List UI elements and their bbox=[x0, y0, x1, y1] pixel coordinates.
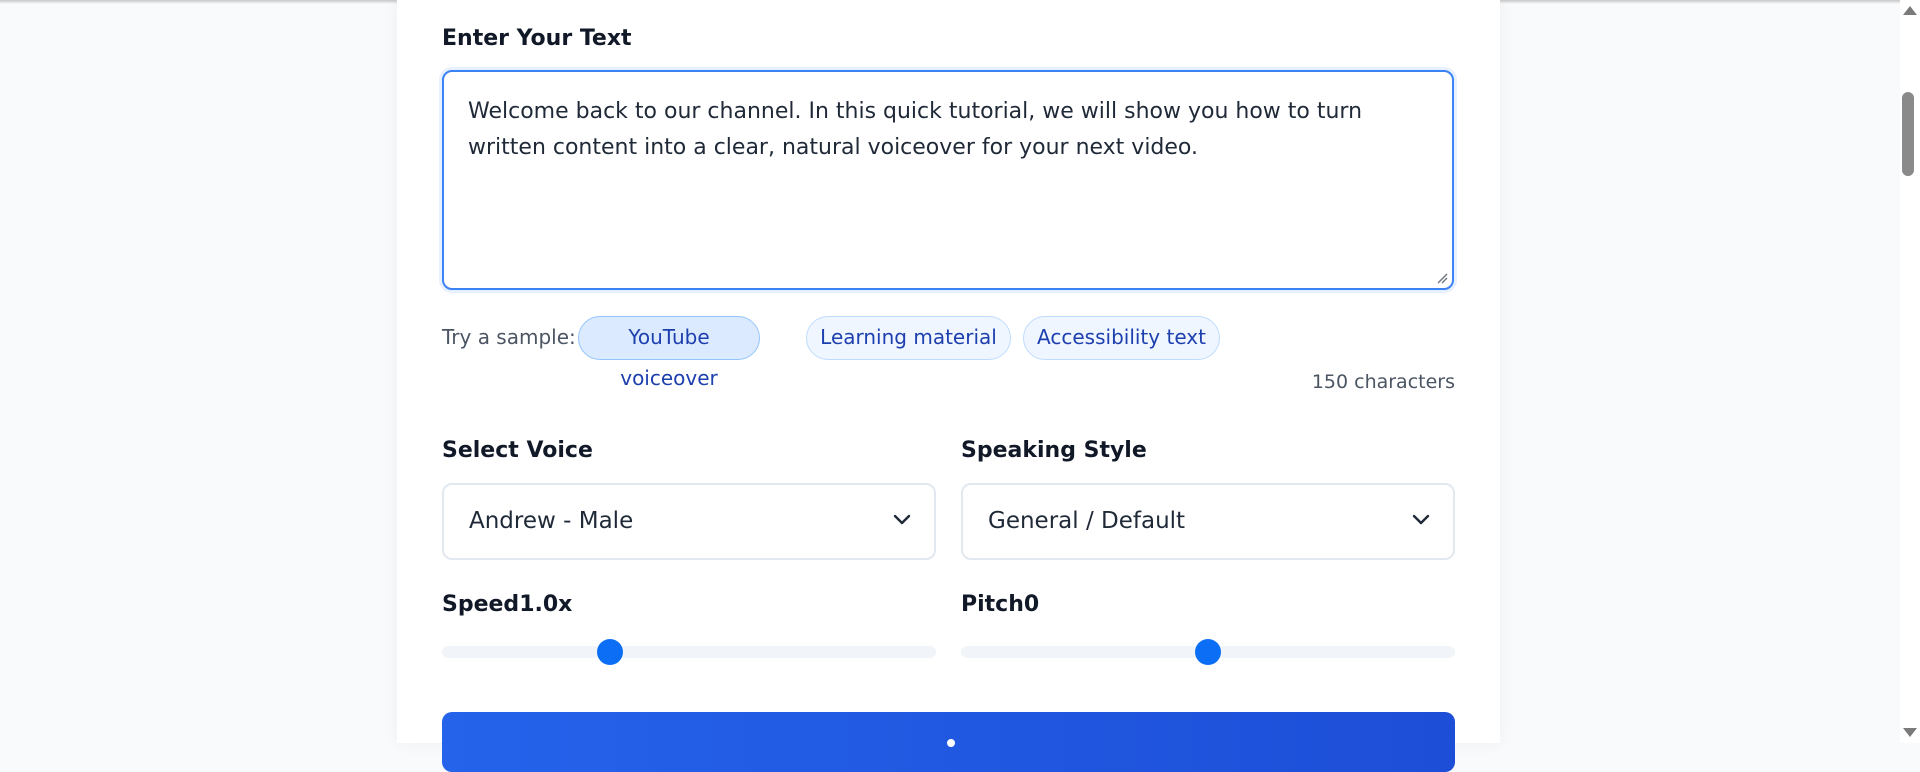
speed-value: 1.0x bbox=[519, 592, 573, 617]
style-select-value: General / Default bbox=[988, 508, 1186, 534]
speed-label-text: Speed bbox=[442, 592, 520, 617]
sample-chip-learning-material[interactable]: Learning material bbox=[806, 316, 1011, 360]
text-input-label: Enter Your Text bbox=[442, 26, 632, 51]
sample-chip-youtube-voiceover[interactable]: YouTube voiceover bbox=[578, 316, 760, 390]
style-select[interactable]: General / Default bbox=[961, 483, 1455, 560]
pitch-value: 0 bbox=[1023, 592, 1040, 617]
resize-grip-icon[interactable] bbox=[1436, 272, 1448, 284]
character-count: 150 characters bbox=[1311, 371, 1455, 393]
sample-chip-accessibility-text[interactable]: Accessibility text bbox=[1023, 316, 1220, 360]
generate-button-icon bbox=[947, 739, 955, 747]
voice-label: Select Voice bbox=[442, 438, 593, 463]
scroll-down-arrow-icon[interactable] bbox=[1903, 728, 1917, 737]
scrollbar-thumb[interactable] bbox=[1902, 92, 1914, 176]
text-input-value: Welcome back to our channel. In this qui… bbox=[468, 99, 1363, 160]
text-input[interactable]: Welcome back to our channel. In this qui… bbox=[442, 70, 1454, 290]
pitch-label-text: Pitch bbox=[961, 592, 1024, 617]
sample-label: Try a sample: bbox=[442, 325, 576, 349]
style-label: Speaking Style bbox=[961, 438, 1147, 463]
pitch-slider-thumb[interactable] bbox=[1195, 639, 1221, 665]
speed-slider-thumb[interactable] bbox=[596, 639, 623, 665]
speed-label: Speed1.0x bbox=[442, 592, 572, 617]
pitch-slider[interactable] bbox=[961, 639, 1455, 665]
scroll-up-arrow-icon[interactable] bbox=[1903, 6, 1917, 15]
speed-slider[interactable] bbox=[442, 639, 936, 665]
pitch-label: Pitch0 bbox=[961, 592, 1039, 617]
generate-button[interactable] bbox=[442, 712, 1455, 772]
voice-select[interactable]: Andrew - Male bbox=[442, 483, 936, 560]
chevron-down-icon bbox=[893, 514, 911, 525]
chevron-down-icon bbox=[1412, 514, 1430, 525]
voice-select-value: Andrew - Male bbox=[469, 508, 634, 534]
